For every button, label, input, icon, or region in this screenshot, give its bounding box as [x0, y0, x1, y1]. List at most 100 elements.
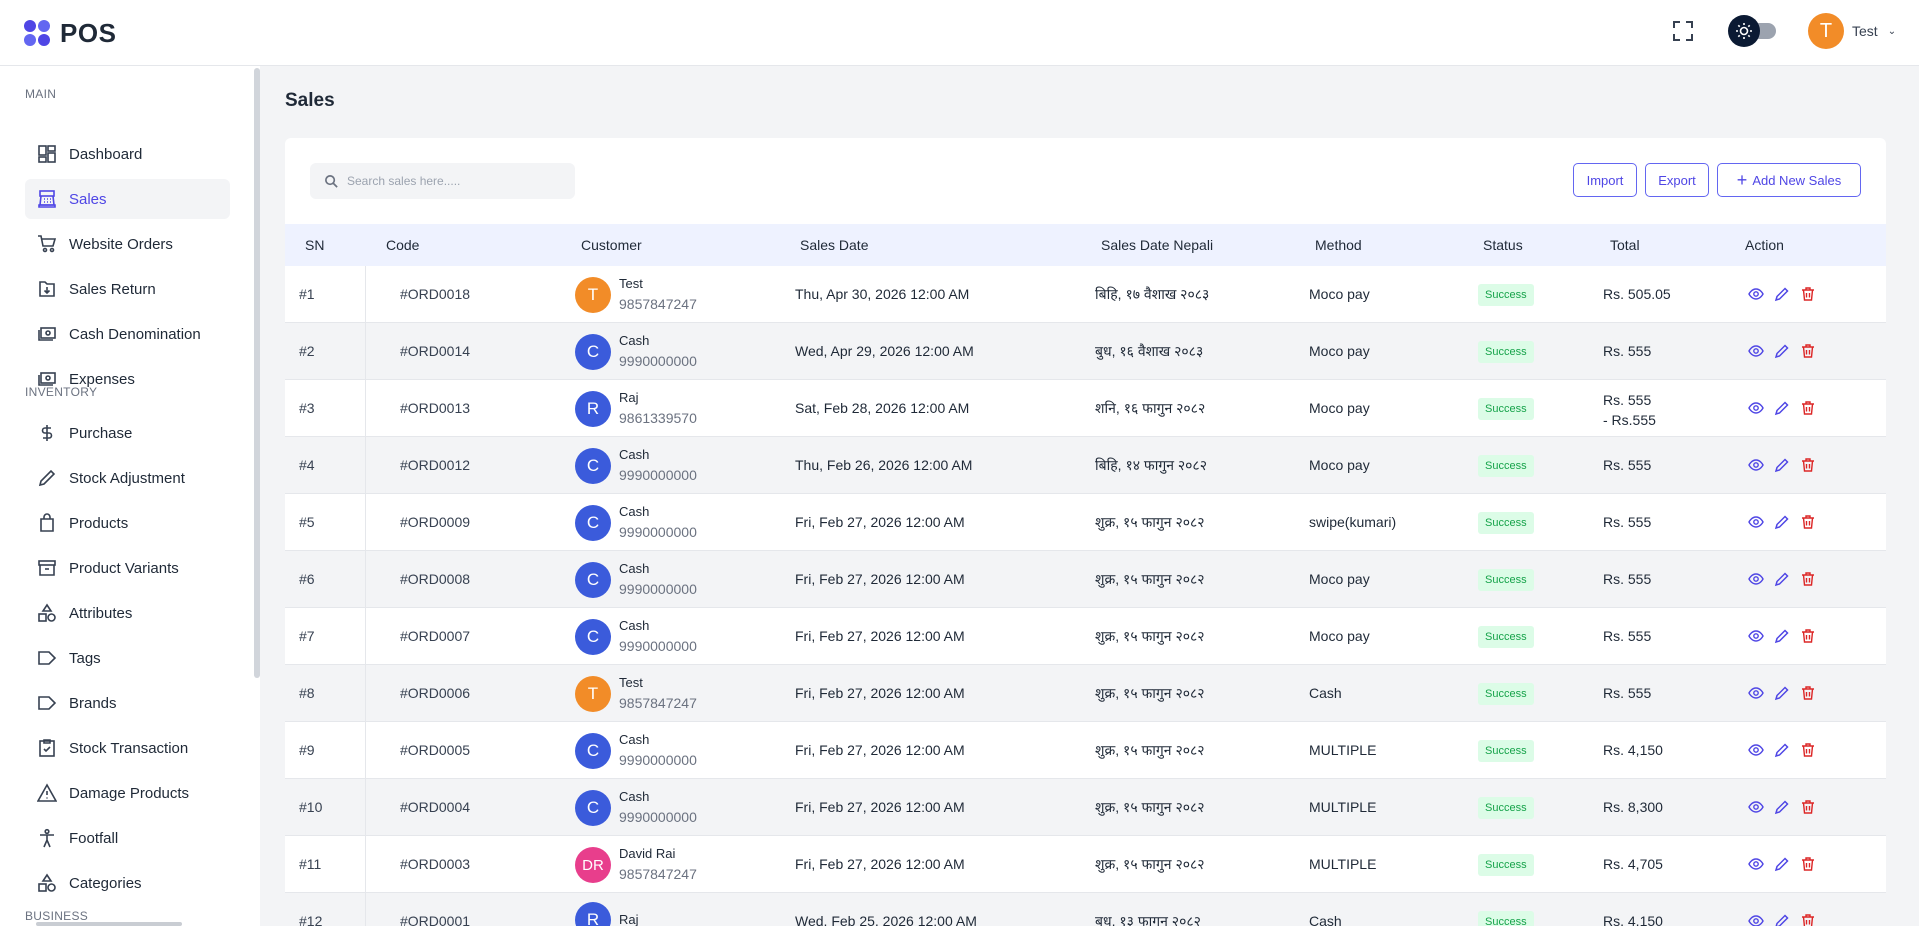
table-row[interactable]: #5 #ORD0009 C Cash 9990000000 Fri, Feb 27, 20… — [285, 494, 1886, 551]
view-icon[interactable] — [1748, 400, 1764, 416]
sidebar-item-label: Footfall — [69, 829, 119, 847]
view-icon[interactable] — [1748, 799, 1764, 815]
row-sn: #7 — [299, 628, 315, 644]
column-header-method: Method — [1315, 237, 1362, 253]
customer-cell: C Cash 9990000000 — [575, 503, 697, 543]
sales-date: Fri, Feb 27, 2026 12:00 AM — [795, 628, 965, 644]
edit-icon[interactable] — [1774, 286, 1790, 302]
sidebar-item-damage-products[interactable]: Damage Products — [25, 773, 230, 813]
view-icon[interactable] — [1748, 856, 1764, 872]
sidebar-scrollbar[interactable] — [254, 68, 260, 678]
sidebar-item-tags[interactable]: Tags — [25, 638, 230, 678]
customer-cell: C Cash 9990000000 — [575, 617, 697, 657]
search-input[interactable] — [347, 174, 567, 188]
edit-icon[interactable] — [1774, 571, 1790, 587]
fullscreen-icon[interactable] — [1672, 20, 1694, 42]
delete-icon[interactable] — [1800, 514, 1816, 530]
user-menu[interactable]: T Test ⌄ — [1808, 13, 1896, 49]
sidebar-item-categories[interactable]: Categories — [25, 863, 230, 903]
edit-icon[interactable] — [1774, 685, 1790, 701]
search-box[interactable] — [310, 163, 575, 199]
view-icon[interactable] — [1748, 286, 1764, 302]
sidebar-item-products[interactable]: Products — [25, 503, 230, 543]
edit-icon[interactable] — [1774, 343, 1790, 359]
delete-icon[interactable] — [1800, 400, 1816, 416]
view-icon[interactable] — [1748, 571, 1764, 587]
delete-icon[interactable] — [1800, 343, 1816, 359]
table-row[interactable]: #6 #ORD0008 C Cash 9990000000 Fri, Feb 27, 20… — [285, 551, 1886, 608]
sidebar-horizontal-scrollbar[interactable] — [36, 922, 182, 926]
sidebar-item-dashboard[interactable]: Dashboard — [25, 134, 230, 174]
table-row[interactable]: #10 #ORD0004 C Cash 9990000000 Fri, Feb 27, 2… — [285, 779, 1886, 836]
view-icon[interactable] — [1748, 628, 1764, 644]
sidebar-item-label: Purchase — [69, 424, 133, 442]
view-icon[interactable] — [1748, 913, 1764, 926]
app-logo[interactable]: POS — [24, 18, 116, 49]
sidebar-item-stock-adjustment[interactable]: Stock Adjustment — [25, 458, 230, 498]
table-row[interactable]: #2 #ORD0014 C Cash 9990000000 Wed, Apr 29, 20… — [285, 323, 1886, 380]
avatar: C — [575, 790, 611, 826]
view-icon[interactable] — [1748, 343, 1764, 359]
table-row[interactable]: #8 #ORD0006 T Test 9857847247 Fri, Feb 27, 20… — [285, 665, 1886, 722]
warning-icon — [37, 783, 57, 802]
sidebar-item-purchase[interactable]: Purchase — [25, 413, 230, 453]
avatar: C — [575, 619, 611, 655]
delete-icon[interactable] — [1800, 286, 1816, 302]
avatar: T — [1808, 13, 1844, 49]
import-button[interactable]: Import — [1573, 163, 1637, 197]
delete-icon[interactable] — [1800, 742, 1816, 758]
sidebar-item-sales[interactable]: Sales — [25, 179, 230, 219]
edit-icon[interactable] — [1774, 514, 1790, 530]
delete-icon[interactable] — [1800, 799, 1816, 815]
view-icon[interactable] — [1748, 457, 1764, 473]
sidebar-item-label: Product Variants — [69, 559, 179, 577]
delete-icon[interactable] — [1800, 685, 1816, 701]
sidebar-item-sales-return[interactable]: Sales Return — [25, 269, 230, 309]
theme-toggle[interactable] — [1728, 15, 1778, 47]
payment-method: Cash — [1309, 913, 1342, 926]
sidebar-item-brands[interactable]: Brands — [25, 683, 230, 723]
sidebar-item-attributes[interactable]: Attributes — [25, 593, 230, 633]
edit-icon[interactable] — [1774, 742, 1790, 758]
table-row[interactable]: #12 #ORD0001 R Raj Wed, Feb 25, 2026 12:00 A… — [285, 893, 1886, 926]
edit-icon[interactable] — [1774, 913, 1790, 926]
row-sn: #5 — [299, 514, 315, 530]
table-row[interactable]: #3 #ORD0013 R Raj 9861339570 Sat, Feb 28, 202… — [285, 380, 1886, 437]
view-icon[interactable] — [1748, 514, 1764, 530]
sidebar-item-footfall[interactable]: Footfall — [25, 818, 230, 858]
table-row[interactable]: #4 #ORD0012 C Cash 9990000000 Thu, Feb 26, 20… — [285, 437, 1886, 494]
sidebar-item-stock-transaction[interactable]: Stock Transaction — [25, 728, 230, 768]
table-row[interactable]: #1 #ORD0018 T Test 9857847247 Thu, Apr 30, 20… — [285, 266, 1886, 323]
sidebar-item-product-variants[interactable]: Product Variants — [25, 548, 230, 588]
sidebar-item-cash-denomination[interactable]: Cash Denomination — [25, 314, 230, 354]
edit-icon[interactable] — [1774, 628, 1790, 644]
row-actions — [1748, 685, 1816, 701]
delete-icon[interactable] — [1800, 628, 1816, 644]
status-badge: Success — [1478, 569, 1534, 591]
delete-icon[interactable] — [1800, 856, 1816, 872]
edit-icon[interactable] — [1774, 457, 1790, 473]
status-badge: Success — [1478, 455, 1534, 477]
tag-icon — [38, 651, 57, 665]
view-icon[interactable] — [1748, 685, 1764, 701]
sidebar-item-website-orders[interactable]: Website Orders — [25, 224, 230, 264]
customer-cell: C Cash 9990000000 — [575, 332, 697, 372]
edit-icon[interactable] — [1774, 856, 1790, 872]
status-badge: Success — [1478, 683, 1534, 705]
table-row[interactable]: #9 #ORD0005 C Cash 9990000000 Fri, Feb 27, 20… — [285, 722, 1886, 779]
total-cell: Rs. 555 — [1603, 628, 1651, 644]
add-new-sales-button[interactable]: + Add New Sales — [1717, 163, 1861, 197]
sales-date: Fri, Feb 27, 2026 12:00 AM — [795, 571, 965, 587]
delete-icon[interactable] — [1800, 457, 1816, 473]
export-button[interactable]: Export — [1645, 163, 1709, 197]
total-amount: Rs. 4,705 — [1603, 856, 1663, 872]
table-row[interactable]: #11 #ORD0003 DR David Rai 9857847247 Fri, Feb… — [285, 836, 1886, 893]
edit-icon[interactable] — [1774, 400, 1790, 416]
edit-icon[interactable] — [1774, 799, 1790, 815]
view-icon[interactable] — [1748, 742, 1764, 758]
avatar: C — [575, 505, 611, 541]
delete-icon[interactable] — [1800, 913, 1816, 926]
table-row[interactable]: #7 #ORD0007 C Cash 9990000000 Fri, Feb 27, 20… — [285, 608, 1886, 665]
delete-icon[interactable] — [1800, 571, 1816, 587]
sales-date: Thu, Apr 30, 2026 12:00 AM — [795, 286, 970, 302]
